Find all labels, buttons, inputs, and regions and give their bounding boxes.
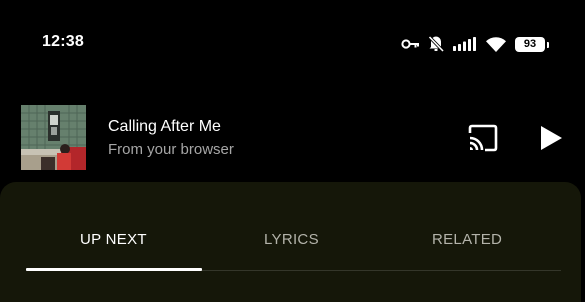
status-bar: 12:38 93: [0, 0, 585, 88]
wifi-icon: [486, 36, 506, 52]
cast-button[interactable]: [467, 124, 499, 152]
tab-up-next[interactable]: UP NEXT: [80, 231, 147, 248]
tab-related[interactable]: RELATED: [432, 231, 502, 248]
signal-icon: [453, 37, 477, 51]
mute-icon: [428, 36, 444, 52]
queue-sheet: UP NEXT LYRICS RELATED: [0, 182, 581, 302]
active-tab-indicator: [26, 268, 202, 271]
tab-bar: UP NEXT LYRICS RELATED: [0, 182, 581, 272]
play-button[interactable]: [538, 124, 564, 152]
mini-player[interactable]: Calling After Me From your browser: [0, 100, 585, 176]
status-time: 12:38: [42, 33, 84, 50]
key-icon: [401, 38, 419, 50]
track-title: Calling After Me: [108, 118, 221, 135]
status-icons: 93: [401, 33, 549, 55]
cast-icon: [468, 124, 498, 152]
tab-lyrics[interactable]: LYRICS: [264, 231, 319, 248]
battery-icon: 93: [515, 36, 549, 52]
track-info[interactable]: Calling After Me From your browser: [108, 118, 234, 159]
play-icon: [541, 126, 562, 150]
album-art[interactable]: [21, 105, 86, 170]
track-subtitle: From your browser: [108, 141, 234, 158]
